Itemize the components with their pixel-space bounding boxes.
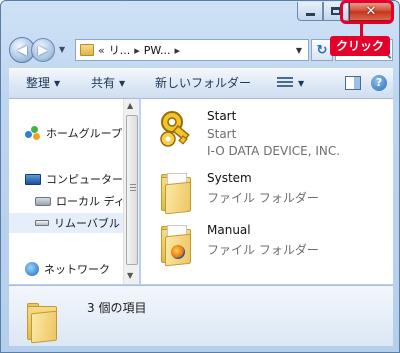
callout-pointer — [360, 24, 363, 36]
preview-pane-icon[interactable] — [345, 76, 361, 90]
file-item-system[interactable]: System ファイル フォルダー — [159, 169, 379, 217]
navigation-pane: ホームグループ コンピューター ローカル ディ リムーバブル ネットワーク — [9, 99, 123, 284]
scroll-thumb[interactable] — [126, 115, 138, 265]
scroll-down-icon[interactable]: ▼ — [127, 271, 133, 280]
share-menu[interactable]: 共有 ▼ — [91, 68, 125, 98]
chevron-down-icon: ▼ — [119, 79, 126, 88]
folder-icon — [159, 171, 195, 215]
chevron-down-icon: ▼ — [54, 79, 61, 88]
file-type: ファイル フォルダー — [207, 243, 319, 257]
organize-label: 整理 — [26, 76, 51, 90]
file-name: Manual — [207, 223, 251, 237]
breadcrumb-separator[interactable]: ▸ — [175, 44, 181, 57]
file-description: Start — [207, 127, 237, 141]
new-folder-label: 新しいフォルダー — [155, 76, 252, 90]
sidebar-item-label: コンピューター — [46, 173, 123, 186]
sidebar-item-label: ローカル ディ — [56, 195, 123, 208]
sidebar-item-network[interactable]: ネットワーク — [25, 259, 123, 279]
item-count: 3 個の項目 — [87, 301, 147, 315]
homegroup-icon — [25, 126, 41, 140]
breadcrumb-item[interactable]: PW... — [144, 44, 171, 57]
file-item-start[interactable]: Start Start I-O DATA DEVICE, INC. — [159, 107, 379, 158]
address-bar[interactable]: « リ... ▸ PW... ▸ ▼ — [75, 39, 309, 61]
navigation-scrollbar[interactable]: ▲ ▼ — [123, 99, 139, 284]
sidebar-item-homegroup[interactable]: ホームグループ — [25, 123, 123, 143]
share-label: 共有 — [91, 76, 116, 90]
network-icon — [25, 262, 39, 276]
removable-disk-icon — [35, 220, 49, 226]
breadcrumb-item[interactable]: リ... — [109, 42, 131, 58]
folder-icon — [25, 300, 59, 344]
file-company: I-O DATA DEVICE, INC. — [207, 144, 341, 158]
scroll-up-icon[interactable]: ▲ — [127, 101, 133, 110]
key-app-icon — [160, 111, 190, 147]
sidebar-item-local-disk[interactable]: ローカル ディ — [35, 191, 123, 211]
sidebar-item-computer[interactable]: コンピューター — [25, 169, 123, 189]
change-view-icon[interactable] — [277, 77, 293, 90]
sidebar-item-label: リムーバブル — [54, 217, 120, 230]
view-dropdown-icon[interactable]: ▼ — [298, 79, 304, 88]
sidebar-item-label: ネットワーク — [44, 263, 110, 276]
file-name: System — [207, 171, 252, 185]
folder-icon — [80, 44, 94, 56]
sidebar-item-label: ホームグループ — [46, 127, 123, 140]
file-name: Start — [207, 109, 237, 123]
back-arrow-icon: ◀ — [17, 42, 27, 58]
computer-icon — [25, 173, 41, 185]
forward-button[interactable]: ▶ — [31, 38, 55, 62]
sidebar-item-removable[interactable]: リムーバブル — [9, 213, 123, 233]
firefox-folder-icon — [159, 223, 195, 267]
details-pane: 3 個の項目 — [9, 285, 393, 346]
organize-menu[interactable]: 整理 ▼ — [26, 68, 60, 98]
minimize-icon — [305, 12, 315, 16]
click-callout-label: クリック — [330, 36, 391, 56]
file-list: Start Start I-O DATA DEVICE, INC. System… — [141, 99, 393, 284]
address-dropdown-icon[interactable]: ▼ — [296, 46, 302, 55]
breadcrumb-overflow[interactable]: « — [98, 44, 105, 57]
minimize-button[interactable] — [297, 2, 323, 21]
callout-highlight — [340, 0, 394, 24]
local-disk-icon — [35, 196, 51, 206]
refresh-icon: ↻ — [316, 42, 328, 58]
file-type: ファイル フォルダー — [207, 191, 319, 205]
forward-arrow-icon: ▶ — [38, 42, 48, 58]
breadcrumb-separator[interactable]: ▸ — [134, 44, 140, 57]
command-bar: 整理 ▼ 共有 ▼ 新しいフォルダー ▼ ? — [9, 67, 393, 99]
file-item-manual[interactable]: Manual ファイル フォルダー — [159, 221, 379, 269]
new-folder-button[interactable]: 新しいフォルダー — [155, 68, 251, 98]
help-icon[interactable]: ? — [371, 75, 387, 91]
history-dropdown-icon[interactable]: ▼ — [59, 45, 65, 54]
